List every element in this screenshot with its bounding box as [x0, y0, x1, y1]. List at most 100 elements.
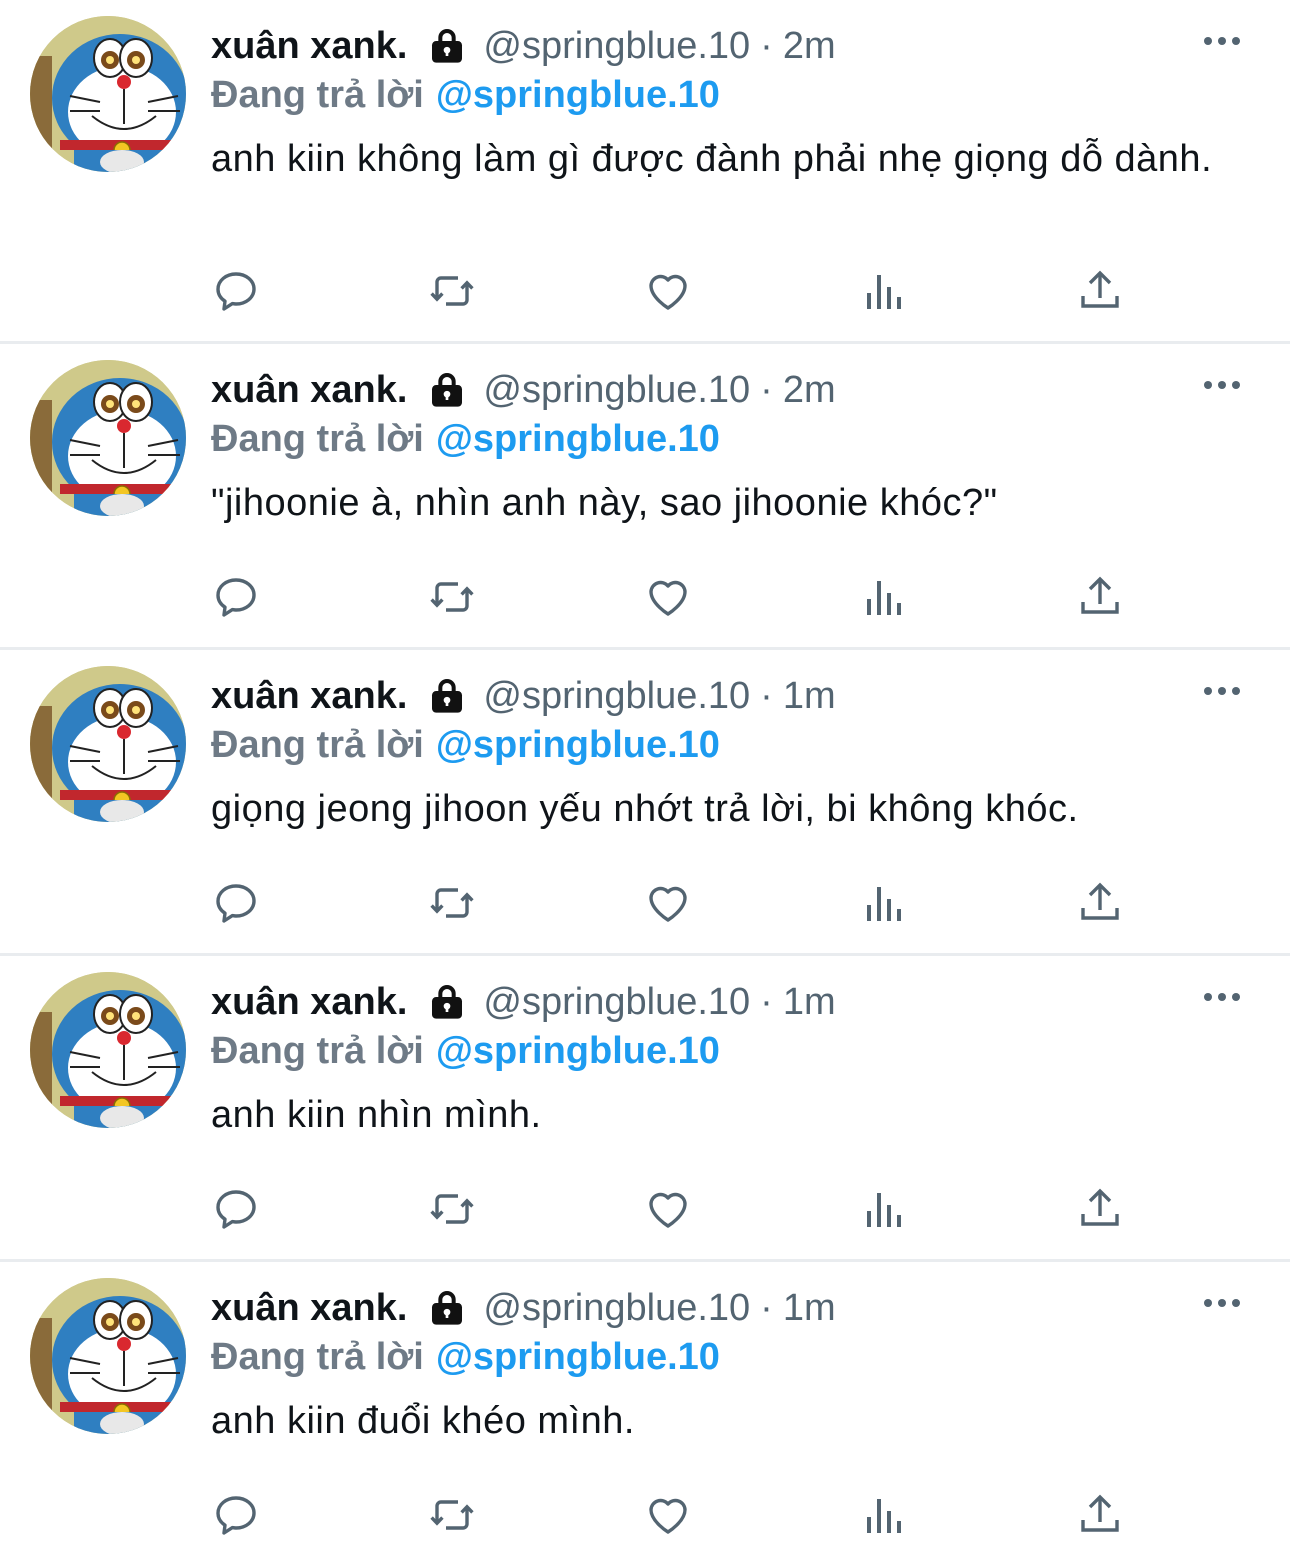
reply-button[interactable] — [211, 880, 261, 930]
tweet-header: xuân xank. @springblue.10 · 2m — [211, 366, 1250, 414]
retweet-icon — [428, 573, 476, 626]
reply-button[interactable] — [211, 1186, 261, 1236]
separator-dot: · — [760, 25, 773, 67]
tweet-actions — [211, 1186, 1121, 1236]
share-upload-icon — [1076, 1491, 1124, 1544]
more-horizontal-icon — [1202, 684, 1242, 702]
timestamp[interactable]: 1m — [783, 978, 836, 1026]
display-name[interactable]: xuân xank. — [211, 978, 407, 1026]
avatar[interactable] — [30, 972, 186, 1128]
replying-to-handle[interactable]: @springblue.10 — [436, 418, 720, 460]
share-button[interactable] — [1075, 880, 1125, 930]
share-button[interactable] — [1075, 1186, 1125, 1236]
views-button[interactable] — [859, 880, 909, 930]
tweet[interactable]: xuân xank. @springblue.10 · 2m Đang trả … — [0, 0, 1290, 344]
views-button[interactable] — [859, 574, 909, 624]
reply-bubble-icon — [212, 267, 260, 320]
bar-chart-icon — [860, 267, 908, 320]
heart-icon — [644, 879, 692, 932]
user-handle[interactable]: @springblue.10 — [483, 978, 750, 1026]
reply-bubble-icon — [212, 573, 260, 626]
tweet-text: giọng jeong jihoon yếu nhớt trả lời, bi … — [211, 788, 1079, 830]
replying-to-handle[interactable]: @springblue.10 — [436, 1336, 720, 1378]
display-name[interactable]: xuân xank. — [211, 1284, 407, 1332]
user-handle[interactable]: @springblue.10 — [483, 1284, 750, 1332]
tweet[interactable]: xuân xank. @springblue.10 · 1m Đang trả … — [0, 650, 1290, 956]
avatar[interactable] — [30, 360, 186, 516]
reply-bubble-icon — [212, 1491, 260, 1544]
like-button[interactable] — [643, 880, 693, 930]
retweet-button[interactable] — [427, 268, 477, 318]
views-button[interactable] — [859, 1492, 909, 1542]
bar-chart-icon — [860, 1491, 908, 1544]
replying-to-handle[interactable]: @springblue.10 — [436, 1030, 720, 1072]
heart-icon — [644, 267, 692, 320]
user-handle[interactable]: @springblue.10 — [483, 22, 750, 70]
retweet-button[interactable] — [427, 1186, 477, 1236]
tweet[interactable]: xuân xank. @springblue.10 · 1m Đang trả … — [0, 956, 1290, 1262]
lock-icon — [427, 370, 467, 410]
tweet-content: xuân xank. @springblue.10 · 1m Đang trả … — [211, 672, 1250, 834]
tweet-text: anh kiin nhìn mình. — [211, 1094, 542, 1136]
lock-icon — [427, 982, 467, 1022]
lock-icon — [427, 1288, 467, 1328]
replying-to: Đang trả lời @springblue.10 — [211, 414, 1250, 464]
like-button[interactable] — [643, 574, 693, 624]
like-button[interactable] — [643, 1492, 693, 1542]
timestamp[interactable]: 1m — [783, 1284, 836, 1332]
tweet-header: xuân xank. @springblue.10 · 2m — [211, 22, 1250, 70]
separator-dot: · — [760, 369, 773, 411]
timestamp[interactable]: 2m — [783, 22, 836, 70]
more-options-button[interactable] — [1194, 1290, 1250, 1320]
views-button[interactable] — [859, 268, 909, 318]
more-options-button[interactable] — [1194, 28, 1250, 58]
views-button[interactable] — [859, 1186, 909, 1236]
replying-to-handle[interactable]: @springblue.10 — [436, 74, 720, 116]
tweet-actions — [211, 880, 1121, 930]
user-handle[interactable]: @springblue.10 — [483, 672, 750, 720]
timestamp[interactable]: 1m — [783, 672, 836, 720]
reply-button[interactable] — [211, 574, 261, 624]
share-upload-icon — [1076, 1185, 1124, 1238]
user-handle[interactable]: @springblue.10 — [483, 366, 750, 414]
more-horizontal-icon — [1202, 378, 1242, 396]
share-button[interactable] — [1075, 1492, 1125, 1542]
tweet-actions — [211, 574, 1121, 624]
reply-bubble-icon — [212, 1185, 260, 1238]
retweet-button[interactable] — [427, 1492, 477, 1542]
tweet[interactable]: xuân xank. @springblue.10 · 2m Đang trả … — [0, 344, 1290, 650]
heart-icon — [644, 1185, 692, 1238]
share-button[interactable] — [1075, 574, 1125, 624]
avatar[interactable] — [30, 16, 186, 172]
reply-button[interactable] — [211, 268, 261, 318]
share-button[interactable] — [1075, 268, 1125, 318]
share-upload-icon — [1076, 573, 1124, 626]
lock-icon — [427, 26, 467, 66]
tweet-header: xuân xank. @springblue.10 · 1m — [211, 1284, 1250, 1332]
retweet-button[interactable] — [427, 574, 477, 624]
display-name[interactable]: xuân xank. — [211, 366, 407, 414]
replying-to: Đang trả lời @springblue.10 — [211, 1332, 1250, 1382]
retweet-icon — [428, 1185, 476, 1238]
tweet-text: anh kiin không làm gì được đành phải nhẹ… — [211, 138, 1213, 180]
retweet-icon — [428, 267, 476, 320]
reply-button[interactable] — [211, 1492, 261, 1542]
more-options-button[interactable] — [1194, 984, 1250, 1014]
retweet-button[interactable] — [427, 880, 477, 930]
share-upload-icon — [1076, 267, 1124, 320]
avatar[interactable] — [30, 666, 186, 822]
like-button[interactable] — [643, 1186, 693, 1236]
more-options-button[interactable] — [1194, 372, 1250, 402]
lock-icon — [427, 676, 467, 716]
more-options-button[interactable] — [1194, 678, 1250, 708]
avatar[interactable] — [30, 1278, 186, 1434]
like-button[interactable] — [643, 268, 693, 318]
bar-chart-icon — [860, 879, 908, 932]
replying-to-label: Đang trả lời — [211, 74, 424, 116]
tweet[interactable]: xuân xank. @springblue.10 · 1m Đang trả … — [0, 1262, 1290, 1560]
display-name[interactable]: xuân xank. — [211, 672, 407, 720]
timestamp[interactable]: 2m — [783, 366, 836, 414]
display-name[interactable]: xuân xank. — [211, 22, 407, 70]
reply-bubble-icon — [212, 879, 260, 932]
replying-to-handle[interactable]: @springblue.10 — [436, 724, 720, 766]
